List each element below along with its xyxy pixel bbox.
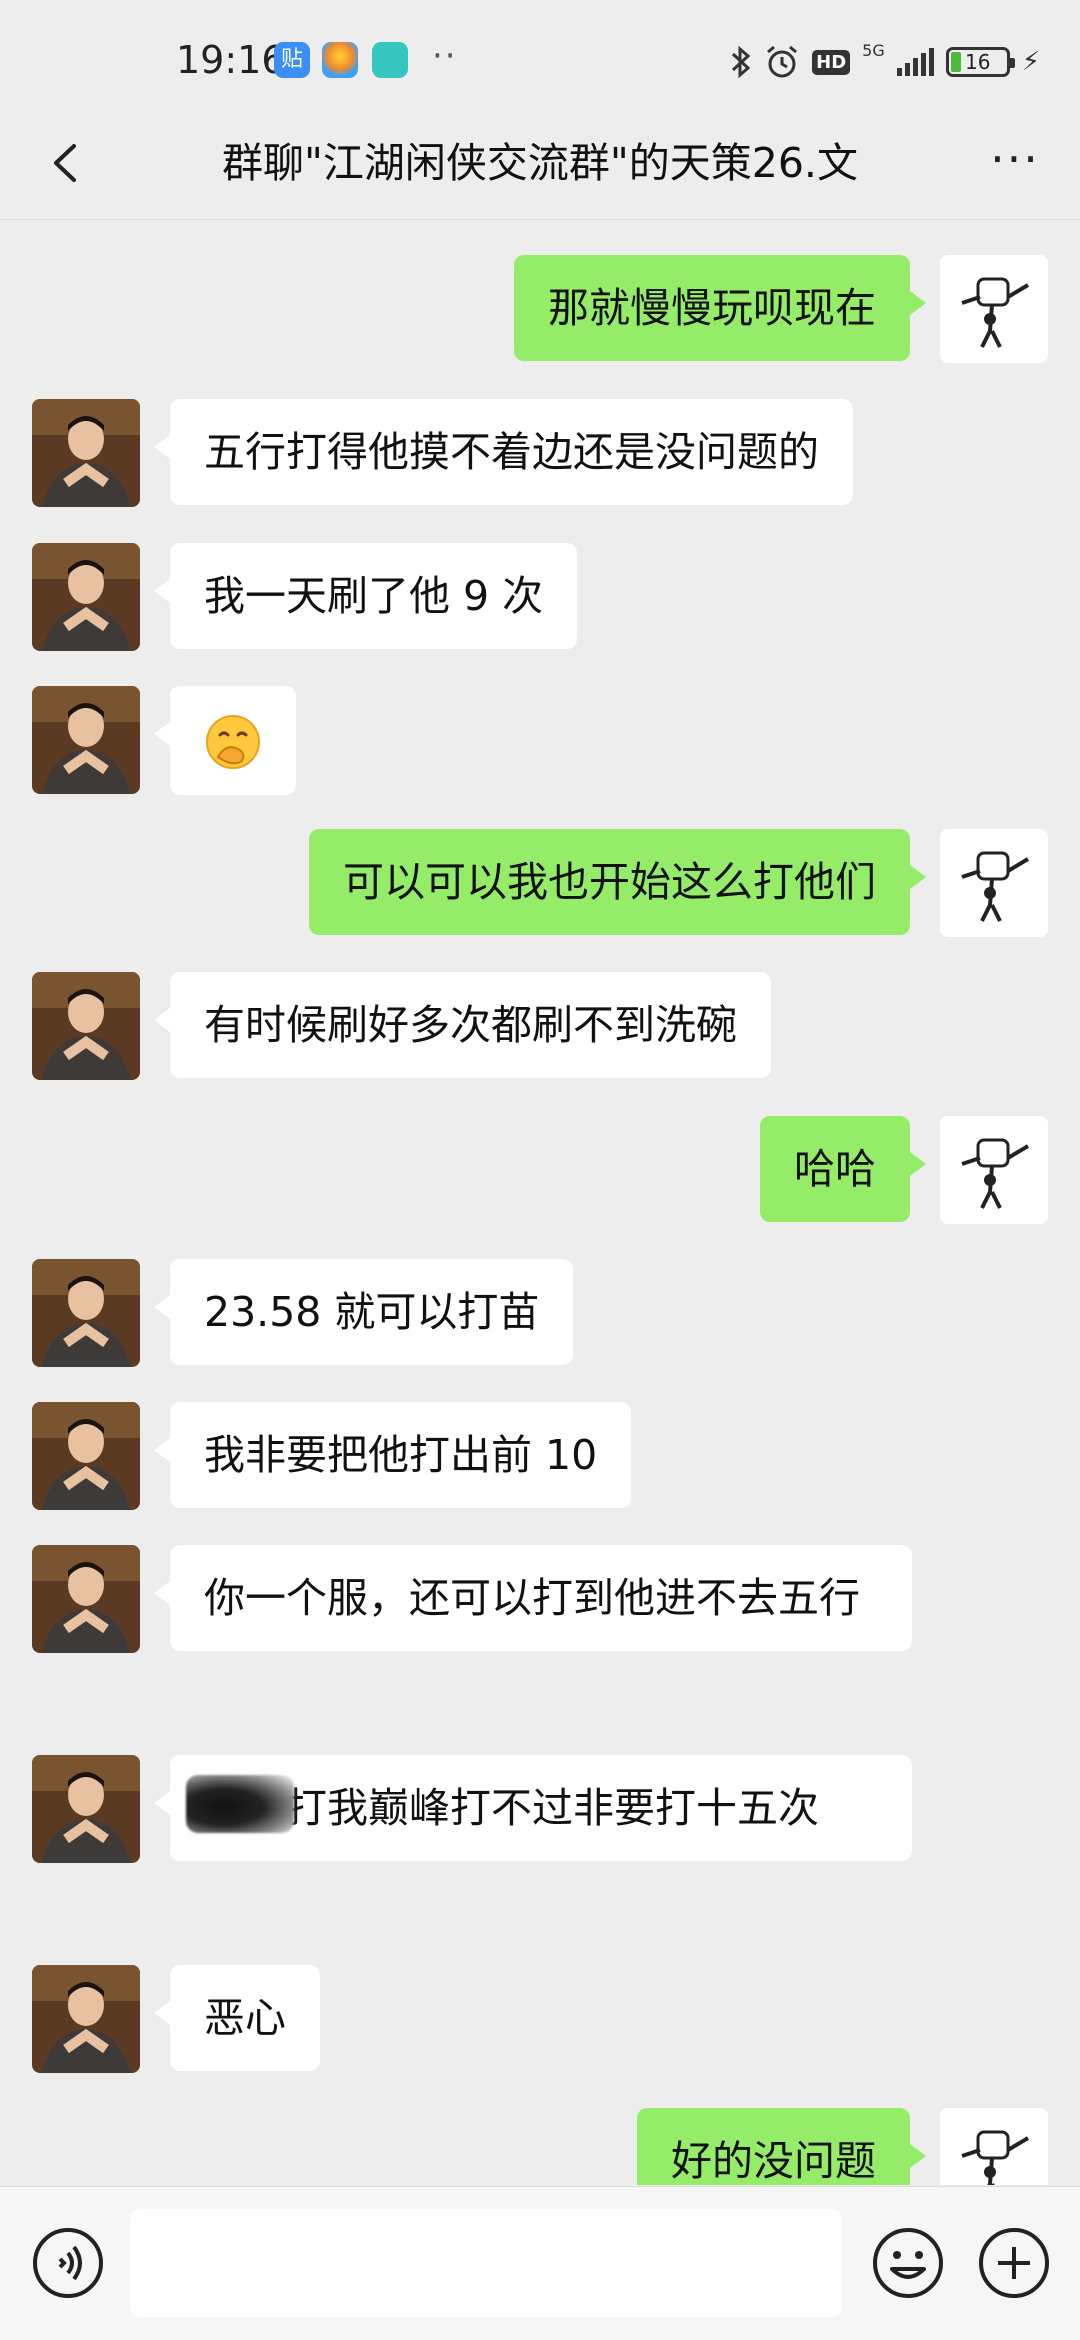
person-photo-avatar [32, 399, 140, 507]
message-bubble-self[interactable]: 哈哈 [760, 1116, 926, 1222]
message-input[interactable] [130, 2209, 842, 2317]
stick-figure-avatar-icon [961, 851, 1030, 922]
signal-strength-icon [896, 48, 934, 76]
input-bar [0, 2186, 1080, 2340]
travel-app-icon [372, 42, 408, 78]
tieba-app-icon: 贴 [274, 42, 310, 78]
message-bubble-member[interactable]: 我非要把他打出前 10 [153, 1402, 632, 1508]
more-functions-button[interactable] [976, 2225, 1052, 2301]
self-avatar[interactable] [940, 2108, 1048, 2185]
person-photo-avatar [32, 543, 140, 651]
charging-icon: ⚡ [1021, 47, 1040, 77]
chat-header: 群聊"江湖闲侠交流群"的天策26.文 ··· [0, 110, 1080, 220]
more-notifications-icon: ·· [432, 36, 458, 76]
voice-icon [33, 2228, 103, 2298]
message-bubble-member[interactable] [154, 686, 296, 795]
message-bubble-member[interactable]: 有时候刷好多次都刷不到洗碗 [154, 972, 771, 1078]
hd-badge: HD [812, 49, 851, 75]
message-bubble-member[interactable]: 我一天刷了他 9 次 [153, 543, 578, 649]
voice-input-button[interactable] [30, 2225, 106, 2301]
emoji-button[interactable] [870, 2225, 946, 2301]
stick-figure-avatar-icon [961, 2130, 1030, 2185]
member-avatar[interactable] [32, 1755, 140, 1863]
game-app-icon [322, 42, 358, 78]
member-avatar[interactable] [32, 686, 140, 794]
person-photo-avatar [32, 1545, 140, 1653]
self-avatar[interactable] [940, 829, 1048, 937]
message-bubble-self[interactable]: 那就慢慢玩呗现在 [514, 255, 926, 361]
message-bubble-self[interactable]: 可以可以我也开始这么打他们 [309, 829, 926, 935]
message-bubble-member[interactable]: 你一个服，还可以打到他进不去五行 [154, 1545, 912, 1651]
status-indicators: HD 5G 16 ⚡ [730, 40, 1040, 84]
alarm-icon [767, 45, 798, 78]
person-photo-avatar [32, 1755, 140, 1863]
member-avatar[interactable] [32, 1965, 140, 2073]
redaction-blur [186, 1775, 294, 1833]
self-avatar[interactable] [940, 255, 1048, 363]
message-bubble-member[interactable]: 23.58 就可以打苗 [153, 1259, 574, 1365]
smiley-icon [873, 2228, 943, 2298]
status-bar: 19:16 贴 ·· HD 5G 16 ⚡ [0, 0, 1080, 110]
person-photo-avatar [32, 1259, 140, 1367]
member-avatar[interactable] [32, 1402, 140, 1510]
person-photo-avatar [32, 1402, 140, 1510]
member-avatar[interactable] [32, 1259, 140, 1367]
plus-icon [979, 2228, 1049, 2298]
person-photo-avatar [32, 972, 140, 1080]
stick-figure-avatar-icon [961, 277, 1030, 348]
chevron-left-icon [54, 144, 76, 182]
network-type-label: 5G [862, 40, 885, 60]
battery-level: 16 [965, 50, 991, 74]
member-avatar[interactable] [32, 399, 140, 507]
more-options-button[interactable]: ··· [980, 128, 1050, 198]
hand-over-mouth-emoji-icon [206, 715, 260, 769]
message-list[interactable]: 那就慢慢玩呗现在 五行打得他摸不着边还是没问题的 我一天刷了他 9 次 可以可以… [0, 221, 1080, 2185]
battery-icon: 16 [945, 47, 1015, 77]
member-avatar[interactable] [32, 972, 140, 1080]
message-bubble-member[interactable]: 恶心 [154, 1965, 320, 2071]
member-avatar[interactable] [32, 543, 140, 651]
message-bubble-member[interactable]: 五行打得他摸不着边还是没问题的 [154, 399, 853, 505]
member-avatar[interactable] [32, 1545, 140, 1653]
self-avatar[interactable] [940, 1116, 1048, 1224]
stick-figure-avatar-icon [961, 1138, 1030, 1209]
back-button[interactable] [30, 128, 100, 198]
person-photo-avatar [32, 686, 140, 794]
status-time: 19:16 [176, 38, 286, 82]
bluetooth-icon [732, 45, 751, 79]
chat-title: 群聊"江湖闲侠交流群"的天策26.文 [222, 139, 858, 187]
person-photo-avatar [32, 1965, 140, 2073]
message-bubble-self[interactable]: 好的没问题 [637, 2108, 926, 2185]
